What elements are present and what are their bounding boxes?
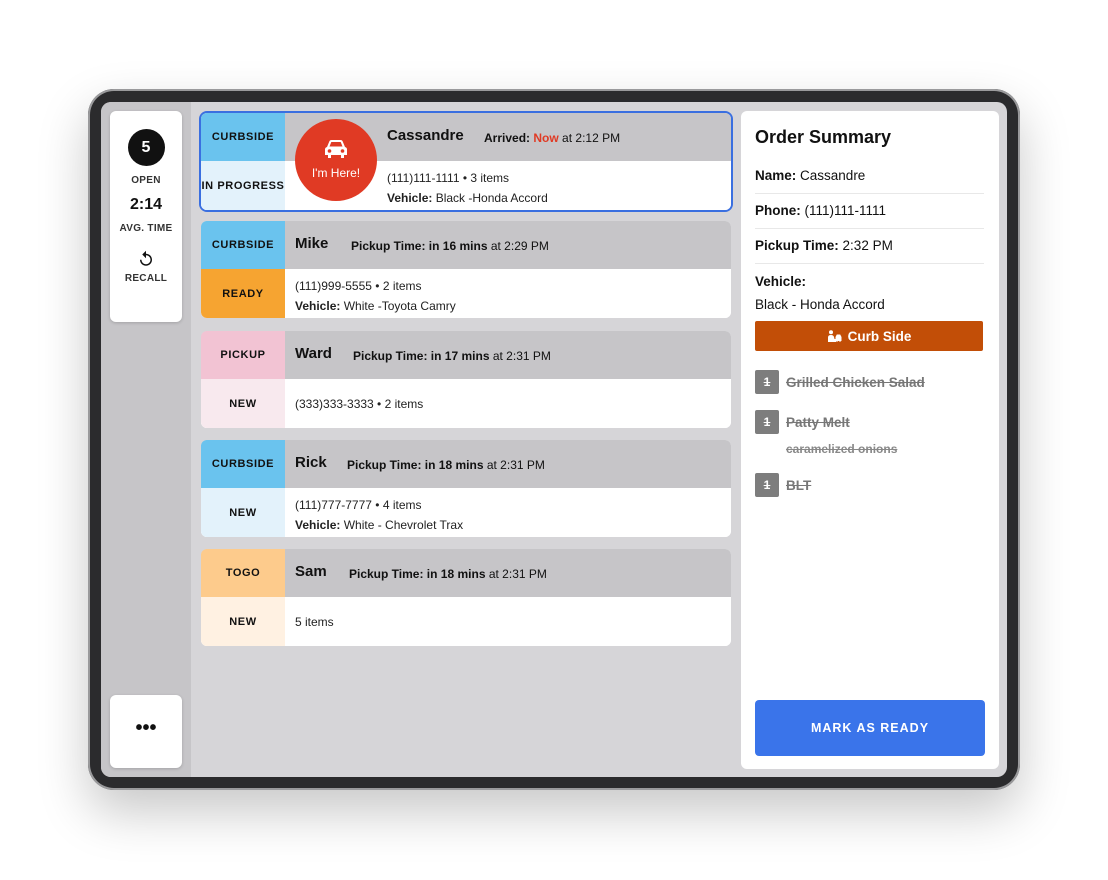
arrival-now: Now: [533, 131, 559, 145]
summary-name-value: Cassandre: [800, 168, 866, 183]
summary-item[interactable]: 1 Patty Melt: [755, 410, 850, 434]
mark-as-ready-button[interactable]: MARK AS READY: [755, 700, 985, 756]
vehicle-value: White - Chevrolet Trax: [343, 518, 464, 532]
open-label: OPEN: [131, 175, 161, 186]
pickup-time: Pickup Time: in 18 mins at 2:31 PM: [349, 567, 547, 581]
arrival-time: Arrived: Now at 2:12 PM: [484, 131, 620, 145]
more-options-button[interactable]: •••: [110, 695, 182, 768]
recall-icon[interactable]: [137, 250, 155, 268]
customer-name: Mike: [295, 235, 329, 252]
order-summary-panel: Order Summary Name: Cassandre Phone: (11…: [741, 111, 999, 769]
summary-phone-row: Phone: (111)111-1111: [755, 203, 984, 229]
phone-items: (111)999-5555 • 2 items: [295, 279, 422, 293]
order-type-badge: TOGO: [201, 549, 285, 597]
pickup-time-label: Pickup Time: in 17 mins: [353, 349, 490, 363]
summary-phone-value: (111)111-1111: [804, 203, 887, 218]
app-screen: 5 OPEN 2:14 AVG. TIME RECALL ••• CURBSID…: [101, 102, 1007, 777]
item-name: Patty Melt: [786, 414, 850, 430]
vehicle-label: Vehicle:: [387, 191, 433, 205]
order-card-cassandre[interactable]: CURBSIDE IN PROGRESS Cassandre Arrived: …: [201, 113, 731, 210]
arrival-clock: at 2:12 PM: [562, 131, 621, 145]
phone-items: (333)333-3333 • 2 items: [295, 397, 424, 411]
vehicle-value: Black -Honda Accord: [435, 191, 548, 205]
pickup-time: Pickup Time: in 17 mins at 2:31 PM: [353, 349, 551, 363]
summary-pickup-label: Pickup Time:: [755, 238, 839, 253]
order-status-badge: NEW: [201, 488, 285, 537]
pickup-time: Pickup Time: in 16 mins at 2:29 PM: [351, 239, 549, 253]
order-status-badge: NEW: [201, 597, 285, 646]
order-card-ward[interactable]: PICKUP NEW Ward Pickup Time: in 17 mins …: [201, 331, 731, 428]
order-status-badge: READY: [201, 269, 285, 318]
phone-items: (111)111-1111 • 3 items: [387, 171, 510, 185]
order-details: (333)333-3333 • 2 items: [295, 394, 423, 414]
order-details: (111)999-5555 • 2 items Vehicle: White -…: [295, 276, 456, 316]
recall-button[interactable]: RECALL: [110, 273, 182, 284]
pickup-clock: at 2:31 PM: [488, 567, 547, 581]
item-qty: 1: [755, 473, 779, 497]
pickup-time-label: Pickup Time: in 18 mins: [349, 567, 486, 581]
stats-card: 5 OPEN 2:14 AVG. TIME RECALL: [110, 111, 182, 322]
left-rail: 5 OPEN 2:14 AVG. TIME RECALL •••: [101, 102, 191, 777]
phone-items: 5 items: [295, 615, 334, 629]
vehicle-label: Vehicle:: [295, 518, 341, 532]
order-details: (111)777-7777 • 4 items Vehicle: White -…: [295, 495, 463, 535]
item-modifier: caramelized onions: [786, 442, 898, 456]
customer-name: Ward: [295, 345, 332, 362]
im-here-label: I'm Here!: [311, 166, 361, 180]
order-type-badge: CURBSIDE: [201, 221, 285, 269]
avg-time-label: AVG. TIME: [119, 223, 173, 234]
order-card-sam[interactable]: TOGO NEW Sam Pickup Time: in 18 mins at …: [201, 549, 731, 646]
order-type-badge: PICKUP: [201, 331, 285, 379]
pickup-clock: at 2:29 PM: [490, 239, 549, 253]
pickup-time-label: Pickup Time: in 18 mins: [347, 458, 484, 472]
order-status-badge: NEW: [201, 379, 285, 428]
pickup-clock: at 2:31 PM: [486, 458, 545, 472]
item-name: Grilled Chicken Salad: [786, 374, 925, 390]
item-qty: 1: [755, 370, 779, 394]
summary-vehicle-label: Vehicle:: [755, 274, 807, 289]
summary-item[interactable]: 1 BLT: [755, 473, 811, 497]
summary-vehicle-value: Black - Honda Accord: [755, 297, 885, 312]
phone-items: (111)777-7777 • 4 items: [295, 498, 422, 512]
order-status-badge: IN PROGRESS: [201, 161, 285, 210]
curb-side-button[interactable]: Curb Side: [755, 321, 983, 351]
order-card-mike[interactable]: CURBSIDE READY Mike Pickup Time: in 16 m…: [201, 221, 731, 318]
vehicle-value: White -Toyota Camry: [343, 299, 456, 313]
vehicle-line: Vehicle: Black -Honda Accord: [387, 188, 548, 208]
vehicle-label: Vehicle:: [295, 299, 341, 313]
vehicle-line: Vehicle: White -Toyota Camry: [295, 296, 456, 316]
curb-side-label: Curb Side: [847, 328, 912, 344]
summary-title: Order Summary: [755, 127, 892, 147]
customer-name: Sam: [295, 563, 327, 580]
pickup-clock: at 2:31 PM: [492, 349, 551, 363]
order-type-badge: CURBSIDE: [201, 440, 285, 488]
avg-time-value: 2:14: [129, 196, 163, 213]
summary-item[interactable]: 1 Grilled Chicken Salad: [755, 370, 925, 394]
order-details: 5 items: [295, 612, 334, 632]
order-details: (111)111-1111 • 3 items Vehicle: Black -…: [387, 168, 548, 208]
order-card-rick[interactable]: CURBSIDE NEW Rick Pickup Time: in 18 min…: [201, 440, 731, 537]
car-icon: [325, 140, 347, 158]
order-type-badge: CURBSIDE: [201, 113, 285, 161]
vehicle-line: Vehicle: White - Chevrolet Trax: [295, 515, 463, 535]
pickup-time-label: Pickup Time: in 16 mins: [351, 239, 488, 253]
summary-pickup-row: Pickup Time: 2:32 PM: [755, 238, 984, 264]
summary-vehicle-row: Vehicle:: [755, 274, 984, 299]
pickup-time: Pickup Time: in 18 mins at 2:31 PM: [347, 458, 545, 472]
curbside-person-car-icon: [827, 329, 842, 342]
summary-phone-label: Phone:: [755, 203, 801, 218]
summary-name-row: Name: Cassandre: [755, 168, 984, 194]
item-name: BLT: [786, 477, 812, 493]
arrival-label: Arrived:: [484, 131, 531, 145]
summary-name-label: Name:: [755, 168, 797, 183]
summary-pickup-value: 2:32 PM: [842, 238, 893, 253]
item-qty: 1: [755, 410, 779, 434]
customer-name: Cassandre: [387, 127, 464, 144]
customer-name: Rick: [295, 454, 327, 471]
im-here-badge[interactable]: I'm Here!: [295, 119, 377, 201]
open-count-badge: 5: [127, 129, 165, 166]
